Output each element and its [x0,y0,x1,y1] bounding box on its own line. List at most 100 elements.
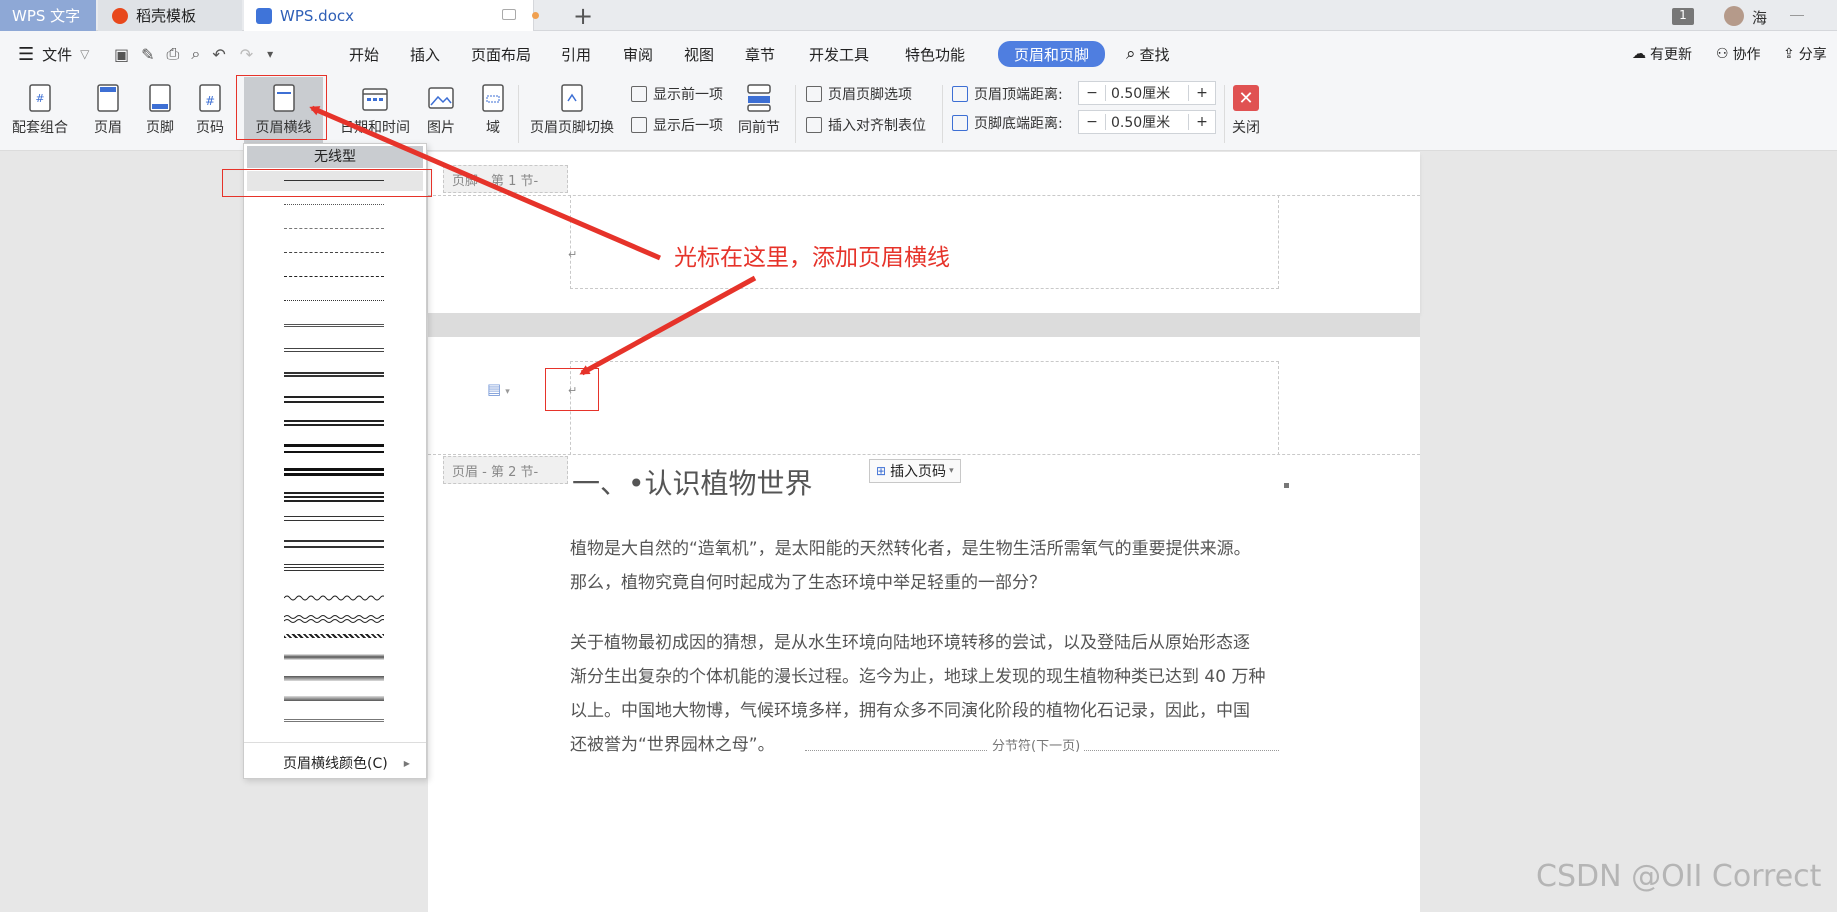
header-footer-options-button[interactable]: 页眉页脚选项 [806,82,912,106]
prev-section-icon [631,86,647,102]
line-option[interactable] [284,252,384,253]
line-option[interactable] [284,300,384,301]
field-button[interactable]: 域 [480,77,506,151]
svg-text:#: # [35,92,44,105]
show-prev-button[interactable]: 显示前一项 [631,82,723,106]
page-gap [428,313,1420,337]
line-option[interactable] [284,492,384,494]
quick-access-toolbar: ▣ ✎ ⎙ ⌕ ↶ ↷ ▾ [114,31,273,77]
picture-button[interactable]: 图片 [427,77,455,151]
line-option[interactable] [283,588,387,606]
footer-button[interactable]: 页脚 [146,77,174,151]
decrease-button[interactable]: − [1079,114,1106,130]
save-icon[interactable]: ▣ [114,45,129,64]
line-option[interactable] [284,372,384,374]
page-options-icon[interactable]: ▤ ▾ [487,380,510,398]
user-name: 海 [1752,9,1768,27]
close-icon: ✕ [1233,85,1259,111]
monitor-icon[interactable] [502,9,516,20]
unsaved-dot-icon [532,12,539,19]
header-top-distance-label: 页眉顶端距离: [952,82,1063,106]
header-area-page-2[interactable] [570,361,1279,455]
menu-item-features[interactable]: 特色功能 [905,31,965,77]
line-option[interactable] [284,564,384,565]
divider [1790,15,1804,16]
line-option-none[interactable]: 无线型 [247,146,423,168]
header-top-distance-stepper[interactable]: − 0.50厘米 + [1078,81,1216,105]
line-option[interactable] [284,654,384,660]
share-button[interactable]: ⇪ 分享 [1783,31,1827,77]
page-number-icon: ⊞ [876,464,887,478]
page-number-button[interactable]: # 页码 [196,77,224,151]
decrease-button[interactable]: − [1079,85,1106,101]
format-painter-icon[interactable]: ✎ [141,45,154,64]
line-option[interactable] [284,444,384,447]
line-option[interactable] [284,348,384,352]
line-option[interactable] [284,276,384,277]
combo-button[interactable]: # 配套组合 [12,77,68,151]
menu-item-references[interactable]: 引用 [561,31,591,77]
line-option[interactable] [284,324,384,327]
line-option[interactable] [284,396,384,398]
header-button[interactable]: 页眉 [94,77,122,151]
line-option[interactable] [284,204,384,205]
insert-page-number-button[interactable]: ⊞ 插入页码 ▾ [869,459,961,483]
menu-item-review[interactable]: 审阅 [623,31,653,77]
line-option[interactable] [284,719,384,722]
line-option[interactable] [284,468,384,471]
line-option[interactable] [284,540,384,542]
header-section-divider [428,454,1420,455]
line-option[interactable] [284,516,384,517]
datetime-button[interactable]: 日期和时间 [340,77,410,151]
increase-button[interactable]: + [1188,114,1215,130]
paragraph-1-line-1: 植物是大自然的“造氧机”，是太阳能的天然转化者，是生物生活所需氧气的重要提供来源… [570,539,1251,559]
menu-item-chapter[interactable]: 章节 [745,31,775,77]
line-option[interactable] [284,228,384,229]
tab-wps-writer[interactable]: WPS 文字 [0,0,96,31]
combo-icon: # [29,84,51,112]
menu-item-layout[interactable]: 页面布局 [471,31,531,77]
print-icon[interactable]: ⎙ [167,44,180,64]
menu-item-insert[interactable]: 插入 [410,31,440,77]
new-tab-button[interactable]: + [573,2,593,30]
footer-bottom-distance-value[interactable]: 0.50厘米 [1106,112,1188,132]
tab-template[interactable]: 稻壳模板 [98,0,242,31]
menu-item-developer[interactable]: 开发工具 [809,31,869,77]
customize-icon[interactable]: ▾ [267,47,273,61]
header-top-distance-value[interactable]: 0.50厘米 [1106,83,1188,103]
options-icon [806,86,822,102]
insert-tab-stop-button[interactable]: 插入对齐制表位 [806,113,926,137]
paragraph-1-line-2: 那么，植物究竟自何时起成为了生态环境中举足轻重的一部分？ [570,573,1046,593]
line-option[interactable] [284,634,384,638]
avatar[interactable] [1724,6,1744,26]
show-next-button[interactable]: 显示后一项 [631,113,723,137]
close-header-footer-button[interactable]: ✕ 关闭 [1232,77,1260,151]
file-menu[interactable]: ☰ 文件 ▽ [18,31,89,77]
footer-icon [149,84,171,112]
same-section-button[interactable]: 同前节 [738,77,780,151]
footer-bottom-distance-stepper[interactable]: − 0.50厘米 + [1078,110,1216,134]
window-count-badge[interactable]: 1 [1672,8,1694,25]
line-option[interactable] [283,610,387,628]
line-option[interactable] [284,676,384,681]
collab-button[interactable]: ⚇ 协作 [1716,31,1761,77]
redo-icon[interactable]: ↷ [240,45,253,64]
undo-icon[interactable]: ↶ [212,45,225,64]
menu-item-view[interactable]: 视图 [684,31,714,77]
tab-document[interactable]: WPS.docx [244,0,539,31]
search-button[interactable]: ⌕ 查找 [1126,31,1170,77]
line-option[interactable] [284,696,384,701]
header-line-color-menu[interactable]: 页眉横线颜色(C) ▶ [244,751,426,775]
footer-bottom-distance-label: 页脚底端距离: [952,111,1063,135]
update-button[interactable]: ☁ 有更新 [1632,31,1692,77]
line-option[interactable] [284,420,384,422]
menu-item-header-footer[interactable]: 页眉和页脚 [998,41,1106,67]
docer-logo-icon [112,7,128,24]
print-preview-icon[interactable]: ⌕ [191,44,200,64]
switch-button[interactable]: 页眉页脚切换 [530,77,614,151]
next-section-icon [631,117,647,133]
user-add-icon: ⚇ [1716,46,1729,62]
ribbon-separator [942,85,943,143]
increase-button[interactable]: + [1188,85,1215,101]
menu-item-start[interactable]: 开始 [349,31,379,77]
